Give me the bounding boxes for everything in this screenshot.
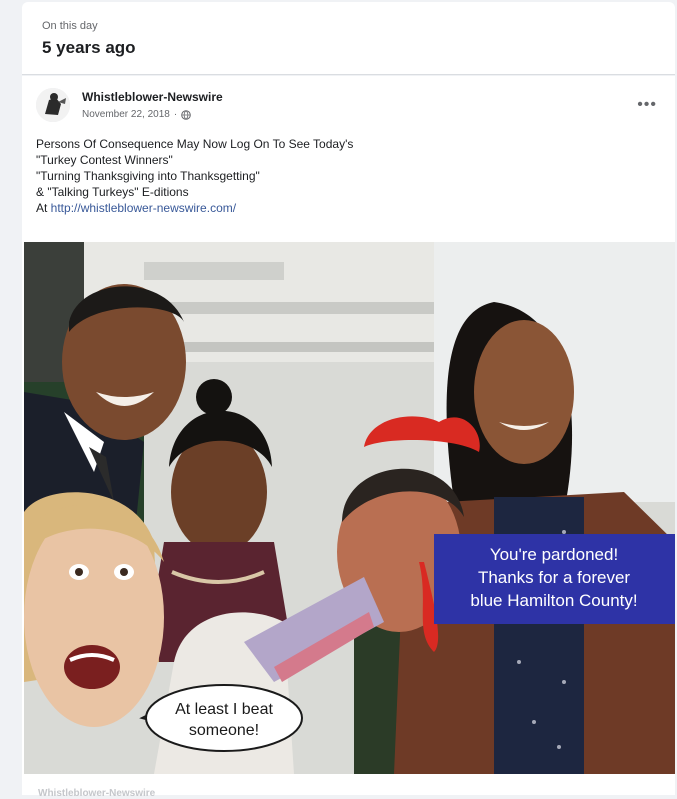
post-card: Whistleblower-Newswire November 22, 2018… — [22, 76, 675, 786]
speech-bubble: At least I beat someone! — [139, 684, 303, 752]
blue-caption-line: blue Hamilton County! — [470, 591, 637, 610]
memory-title: 5 years ago — [42, 38, 136, 57]
post-text-line: & "Talking Turkeys" E-ditions — [36, 185, 189, 199]
next-post-name: Whistleblower-Newswire — [38, 788, 156, 799]
meta-separator: · — [173, 109, 178, 120]
post-date[interactable]: November 22, 2018 — [82, 109, 170, 120]
bubble-caption-line: someone! — [189, 722, 259, 739]
post-meta: November 22, 2018 · — [82, 109, 191, 120]
blue-caption-line: Thanks for a forever — [478, 568, 630, 587]
more-options-icon[interactable]: ••• — [637, 96, 657, 114]
post-text-line: "Turkey Contest Winners" — [36, 153, 173, 167]
globe-icon — [181, 109, 191, 120]
page-name-link[interactable]: Whistleblower-Newswire — [82, 90, 223, 104]
link-prefix: At — [36, 201, 51, 215]
post-text: Persons Of Consequence May Now Log On To… — [36, 136, 353, 216]
post-link[interactable]: http://whistleblower-newswire.com/ — [51, 201, 236, 215]
post-photo[interactable]: You're pardoned! Thanks for a forever bl… — [24, 242, 675, 774]
post-text-line: "Turning Thanksgiving into Thanksgetting… — [36, 169, 260, 183]
memory-label: On this day — [42, 20, 98, 32]
page-avatar-icon[interactable] — [36, 88, 70, 122]
divider — [22, 74, 675, 75]
bubble-caption-line: At least I beat — [175, 701, 273, 718]
next-post-strip: Whistleblower-Newswire — [22, 786, 675, 799]
blue-caption-line: You're pardoned! — [490, 545, 618, 564]
blue-caption-box: You're pardoned! Thanks for a forever bl… — [434, 534, 675, 624]
post-link-line: At http://whistleblower-newswire.com/ — [36, 200, 353, 216]
post-text-line: Persons Of Consequence May Now Log On To… — [36, 137, 354, 151]
memory-header: On this day 5 years ago — [22, 2, 675, 74]
